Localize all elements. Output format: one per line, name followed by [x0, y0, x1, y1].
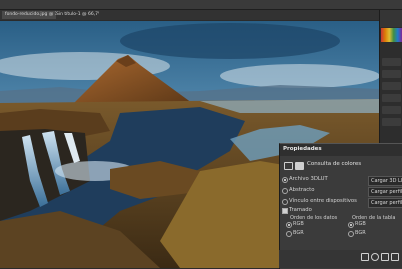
radio-data-order-bgr[interactable] — [286, 231, 292, 237]
view-previous-icon[interactable] — [371, 253, 379, 261]
label-abstract: Abstracto — [289, 187, 315, 193]
select-3dlut[interactable]: Cargar 3D LUT... — [368, 176, 402, 186]
document-tab-bar: fondo-reducido.jpg @ 33,3% (Consulta de … — [0, 10, 380, 20]
adjustment-grid-icon — [284, 162, 293, 170]
document-tab-active[interactable]: fondo-reducido.jpg @ 33,3% (Consulta de … — [2, 11, 56, 19]
label-device-link: Vínculo entre dispositivos — [289, 198, 357, 204]
menu-bar — [0, 0, 402, 10]
dither-checkbox[interactable] — [282, 208, 288, 214]
table-order-rgb-label: RGB — [355, 221, 366, 227]
panel-button[interactable] — [382, 58, 401, 66]
layer-mask-icon[interactable] — [295, 162, 304, 170]
swatches-panel[interactable] — [381, 28, 402, 42]
panel-button[interactable] — [382, 106, 401, 114]
radio-abstract[interactable] — [282, 188, 288, 194]
radio-table-order-rgb[interactable] — [348, 222, 354, 228]
select-device-link-profile[interactable]: Cargar perfil de vín... — [368, 198, 402, 208]
select-abstract-profile[interactable]: Cargar perfil abstracto... — [368, 187, 402, 197]
reset-icon[interactable] — [381, 253, 389, 261]
label-3dlut-file: Archivo 3DLUT — [289, 176, 328, 182]
document-tab-secondary[interactable]: Sin título-1 @ 66,7% (Capa 1, RGB/8) — [53, 11, 99, 19]
radio-data-order-rgb[interactable] — [286, 222, 292, 228]
properties-panel-header: Propiedades — [280, 144, 402, 156]
panel-button[interactable] — [382, 82, 401, 90]
panel-button[interactable] — [382, 118, 401, 126]
data-order-rgb-label: RGB — [293, 221, 304, 227]
radio-table-order-bgr[interactable] — [348, 231, 354, 237]
panel-button[interactable] — [382, 94, 401, 102]
radio-3dlut-file[interactable] — [282, 177, 288, 183]
visibility-icon[interactable] — [391, 253, 399, 261]
layer-type-label: Consulta de colores — [307, 161, 362, 167]
table-order-bgr-label: BGR — [355, 230, 366, 236]
radio-device-link[interactable] — [282, 199, 288, 205]
data-order-bgr-label: BGR — [293, 230, 304, 236]
clip-to-layer-icon[interactable] — [361, 253, 369, 261]
panel-title: Propiedades — [283, 146, 322, 152]
dither-label: Tramado — [289, 207, 312, 213]
properties-footer — [279, 250, 402, 268]
panel-button[interactable] — [382, 70, 401, 78]
right-toolbar-header — [380, 10, 402, 27]
